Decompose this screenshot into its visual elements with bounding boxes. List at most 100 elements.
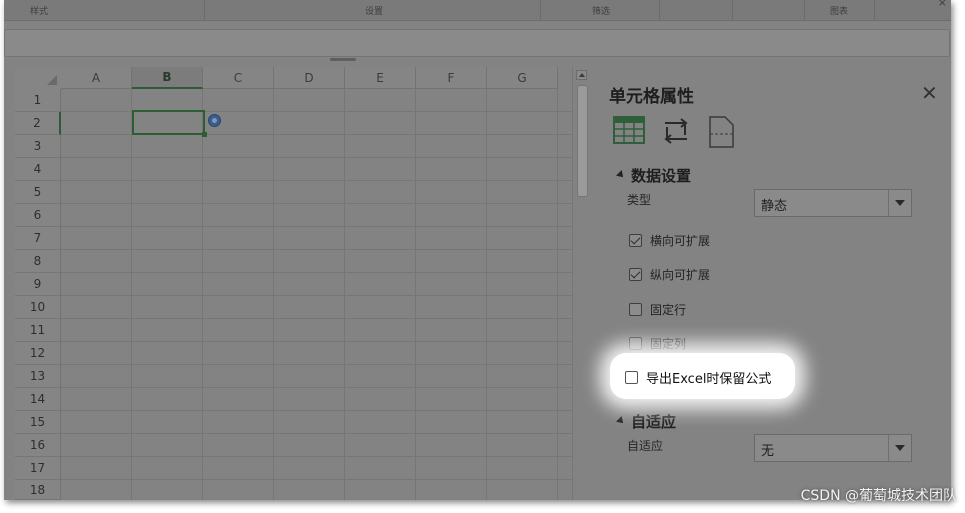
checkbox-horizontal-expand[interactable]: 横向可扩展 [629, 231, 710, 249]
gridline [61, 387, 572, 388]
splitter-handle[interactable] [330, 58, 356, 61]
spreadsheet-grid: A B C D E F G 1 2 3 4 5 6 7 8 9 10 11 12… [15, 67, 572, 500]
column-header-e[interactable]: E [345, 67, 416, 89]
gridline [61, 364, 572, 365]
ribbon-group-settings[interactable]: 设置 [365, 4, 383, 17]
gridline [61, 318, 572, 319]
row-header-14[interactable]: 14 [15, 388, 61, 411]
ribbon-divider [204, 0, 205, 20]
chevron-down-icon[interactable] [888, 435, 911, 461]
cell-grid-icon[interactable] [613, 115, 645, 145]
select-all-corner[interactable] [15, 67, 62, 90]
adapt-heading-label: 自适应 [631, 413, 677, 431]
adapt-select[interactable]: 无 [754, 434, 912, 462]
row-header-17[interactable]: 17 [15, 457, 61, 480]
row-header-15[interactable]: 15 [15, 411, 61, 434]
ribbon-group-chart[interactable]: 图表 [830, 4, 848, 17]
checkbox-fixed-column[interactable]: 固定列 [629, 334, 686, 352]
type-label: 类型 [627, 193, 652, 207]
column-header-a[interactable]: A [61, 67, 132, 89]
checkbox-unchecked-icon[interactable] [629, 336, 642, 350]
adapt-label: 自适应 [627, 439, 664, 453]
selected-cell-b2[interactable] [132, 110, 207, 137]
scroll-thumb[interactable] [577, 85, 588, 197]
collapse-triangle-icon [616, 170, 626, 180]
checkbox-label: 固定行 [650, 302, 687, 317]
highlight-spotlight: 导出Excel时保留公式 [610, 353, 795, 399]
row-header-18[interactable]: 18 [15, 480, 61, 500]
gridline [61, 272, 572, 273]
gridline [61, 203, 572, 204]
ribbon-close-icon[interactable]: × [938, 0, 947, 9]
row-header-10[interactable]: 10 [15, 296, 61, 319]
transpose-icon[interactable] [659, 115, 693, 147]
gridline [61, 341, 572, 342]
row-header-5[interactable]: 5 [15, 181, 61, 204]
ribbon-group-filter[interactable]: 筛选 [592, 4, 610, 17]
gridline [61, 180, 572, 181]
row-header-11[interactable]: 11 [15, 319, 61, 342]
row-header-9[interactable]: 9 [15, 273, 61, 296]
gridline [61, 295, 572, 296]
row-header-7[interactable]: 7 [15, 227, 61, 250]
data-settings-heading[interactable]: 数据设置 [616, 165, 692, 186]
checkbox-fixed-row[interactable]: 固定行 [629, 300, 686, 318]
adapt-select-value: 无 [761, 444, 775, 459]
fill-handle[interactable] [202, 132, 207, 137]
checkbox-unchecked-icon[interactable] [629, 302, 642, 316]
scroll-up-icon[interactable] [576, 70, 587, 80]
cell-properties-panel: 单元格属性 ✕ 数据设置 类型 静态 横向可扩展 纵向可扩展 固定行 固定列 自… [591, 67, 951, 500]
row-header-12[interactable]: 12 [15, 342, 61, 365]
collapse-triangle-icon [616, 416, 626, 426]
close-icon[interactable]: ✕ [921, 81, 938, 105]
ribbon-divider [732, 0, 733, 20]
row-header-6[interactable]: 6 [15, 204, 61, 227]
checkbox-checked-icon[interactable] [629, 233, 642, 247]
checkbox-label: 固定列 [650, 336, 687, 351]
adapt-heading[interactable]: 自适应 [616, 411, 677, 432]
column-header-c[interactable]: C [203, 67, 274, 89]
column-header-g[interactable]: G [487, 67, 558, 89]
ribbon-group-style[interactable]: 样式 [30, 4, 48, 17]
gridline [61, 226, 572, 227]
row-header-13[interactable]: 13 [15, 365, 61, 388]
row-header-1[interactable]: 1 [15, 89, 61, 112]
checkbox-label: 导出Excel时保留公式 [646, 372, 772, 387]
ribbon-divider [874, 0, 875, 20]
data-settings-label: 数据设置 [631, 167, 692, 185]
checkbox-unchecked-icon[interactable] [625, 371, 638, 384]
page-icon[interactable] [707, 115, 737, 149]
ribbon-divider [659, 0, 660, 20]
ribbon-divider [804, 0, 805, 20]
type-select[interactable]: 静态 [754, 189, 912, 217]
checkbox-label: 纵向可扩展 [650, 267, 711, 282]
formula-bar[interactable] [4, 29, 950, 57]
cell-area[interactable] [61, 89, 572, 500]
row-header-4[interactable]: 4 [15, 158, 61, 181]
app-window: 样式 设置 筛选 图表 × A B C D E F G 1 2 3 4 5 6 … [4, 0, 951, 500]
checkbox-checked-icon[interactable] [629, 267, 642, 281]
ribbon-divider [540, 0, 541, 20]
row-header-3[interactable]: 3 [15, 135, 61, 158]
gridline [61, 157, 572, 158]
gridline [61, 456, 572, 457]
checkbox-vertical-expand[interactable]: 纵向可扩展 [629, 265, 710, 283]
vertical-scrollbar[interactable] [572, 67, 590, 500]
row-header-16[interactable]: 16 [15, 434, 61, 457]
column-header-d[interactable]: D [274, 67, 345, 89]
gridline [61, 249, 572, 250]
checkbox-label: 横向可扩展 [650, 233, 711, 248]
column-header-f[interactable]: F [416, 67, 487, 89]
gridline [61, 479, 572, 480]
ribbon: 样式 设置 筛选 图表 × [4, 0, 951, 21]
gridline [61, 410, 572, 411]
gridline [61, 433, 572, 434]
column-header-b[interactable]: B [132, 67, 203, 89]
row-header-8[interactable]: 8 [15, 250, 61, 273]
checkbox-export-excel-formula[interactable]: 导出Excel时保留公式 [625, 368, 771, 387]
row-header-2[interactable]: 2 [15, 112, 61, 135]
panel-title: 单元格属性 [609, 87, 694, 107]
chevron-down-icon[interactable] [888, 190, 911, 216]
cell-badge-icon[interactable] [208, 114, 221, 127]
watermark: CSDN @葡萄城技术团队 [800, 488, 957, 504]
